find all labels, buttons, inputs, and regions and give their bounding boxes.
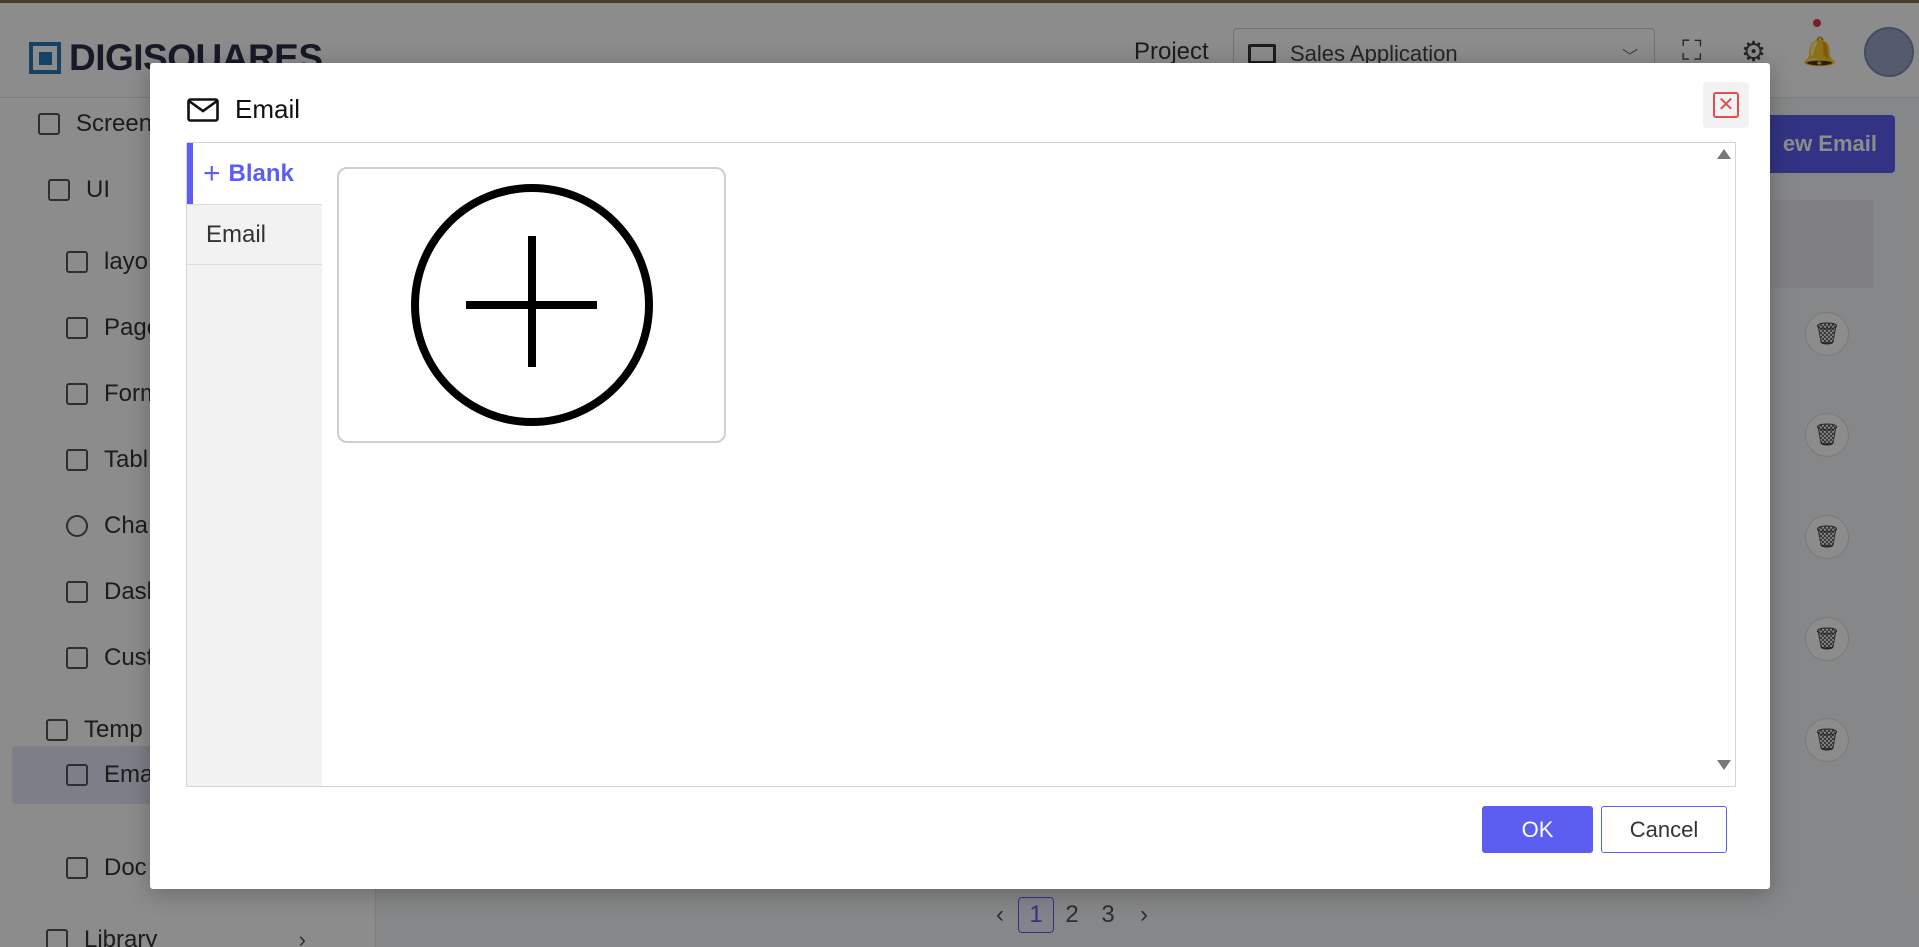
mail-icon: [187, 98, 219, 122]
blank-template-card[interactable]: [337, 167, 726, 443]
plus-icon: +: [203, 156, 221, 190]
category-label: Email: [206, 220, 267, 248]
category-email[interactable]: Email: [187, 204, 322, 265]
close-icon: ✕: [1713, 92, 1739, 118]
add-circle-icon: [410, 184, 653, 426]
close-button[interactable]: ✕: [1703, 82, 1749, 128]
category-label: Blank: [228, 159, 294, 187]
email-template-dialog: Email ✕ + Blank Email OK Cancel: [150, 63, 1770, 889]
scroll-up-arrow-icon[interactable]: [1717, 149, 1731, 159]
cancel-button[interactable]: Cancel: [1601, 806, 1727, 853]
category-list: + Blank Email: [187, 143, 322, 786]
dialog-title: Email: [235, 94, 301, 124]
template-browser: + Blank Email: [186, 142, 1736, 787]
scroll-down-arrow-icon[interactable]: [1717, 760, 1731, 770]
category-blank[interactable]: + Blank: [187, 143, 322, 204]
dialog-header: Email ✕: [150, 63, 1770, 143]
ok-button[interactable]: OK: [1482, 806, 1593, 853]
